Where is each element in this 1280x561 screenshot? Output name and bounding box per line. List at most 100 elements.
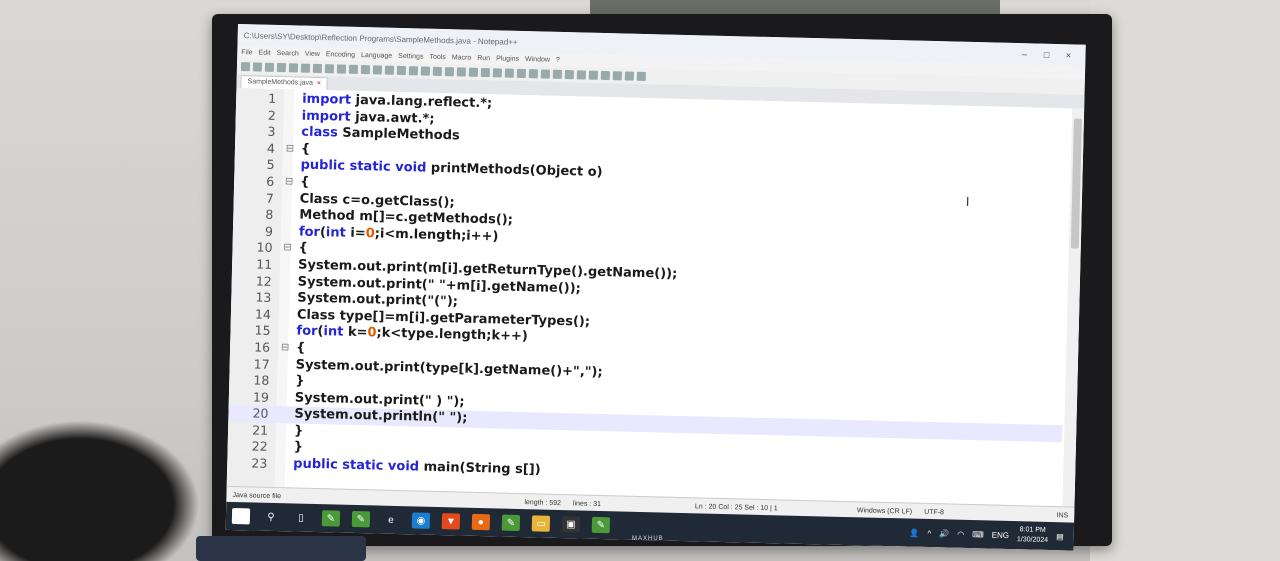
toolbar-button-icon[interactable] <box>504 68 515 78</box>
fold-marker-icon[interactable] <box>277 373 291 390</box>
fold-marker-icon[interactable] <box>279 290 293 307</box>
code-editor[interactable]: 1 import java.lang.reflect.*; 2 import java… <box>226 87 1085 507</box>
menu-item-encoding[interactable]: Encoding <box>326 51 355 59</box>
menu-item-language[interactable]: Language <box>361 52 392 60</box>
toolbar-button-icon[interactable] <box>588 70 598 80</box>
toolbar-button-icon[interactable] <box>600 70 610 80</box>
toolbar-button-icon[interactable] <box>288 62 299 72</box>
scrollbar-thumb[interactable] <box>1070 118 1082 249</box>
task-view-icon[interactable]: ▯ <box>292 509 310 525</box>
tab-close-icon[interactable]: × <box>317 78 321 90</box>
menu-item-file[interactable]: File <box>241 49 252 56</box>
menu-item-[interactable]: ? <box>556 56 560 63</box>
fold-marker-icon[interactable] <box>283 124 297 141</box>
fold-marker-icon[interactable] <box>278 323 292 340</box>
fold-marker-icon[interactable] <box>277 390 291 407</box>
menu-item-window[interactable]: Window <box>525 56 550 64</box>
toolbar-button-icon[interactable] <box>576 69 586 80</box>
fold-marker-icon[interactable] <box>275 456 289 473</box>
toolbar-button-icon[interactable] <box>456 66 467 77</box>
toolbar-button-icon[interactable] <box>372 64 383 75</box>
edge-legacy-icon[interactable]: e <box>382 512 400 528</box>
fold-marker-icon[interactable]: ⊟ <box>278 340 292 357</box>
toolbar-button-icon[interactable] <box>492 67 503 77</box>
minimize-button[interactable]: – <box>1013 49 1035 60</box>
toolbar-button-icon[interactable] <box>444 66 455 76</box>
toolbar-button-icon[interactable] <box>240 61 251 71</box>
fold-marker-icon[interactable] <box>276 423 290 440</box>
maximize-button[interactable]: □ <box>1035 49 1057 60</box>
menu-item-tools[interactable]: Tools <box>429 53 446 60</box>
wifi-icon[interactable]: ◠ <box>957 529 964 538</box>
toolbar-button-icon[interactable] <box>420 65 431 76</box>
chevron-up-icon[interactable]: ^ <box>927 528 931 537</box>
toolbar-button-icon[interactable] <box>480 67 491 77</box>
toolbar-button-icon[interactable] <box>540 68 550 79</box>
line-number: 14 <box>254 306 272 322</box>
fold-marker-icon[interactable] <box>284 91 298 108</box>
toolbar-button-icon[interactable] <box>396 65 407 75</box>
code-lines: 1 import java.lang.reflect.*; 2 import java… <box>227 90 1070 492</box>
toolbar-button-icon[interactable] <box>312 63 323 73</box>
fold-marker-icon[interactable]: ⊟ <box>282 174 296 191</box>
toolbar-button-icon[interactable] <box>624 70 634 81</box>
toolbar-button-icon[interactable] <box>408 65 419 75</box>
fold-marker-icon[interactable] <box>275 440 289 457</box>
toolbar-button-icon[interactable] <box>528 68 538 78</box>
fold-marker-icon[interactable] <box>281 224 295 241</box>
clock[interactable]: 8:01 PM 1/30/2024 <box>1017 525 1049 546</box>
menu-item-run[interactable]: Run <box>477 54 490 61</box>
notification-icon[interactable]: ▤ <box>1056 532 1064 541</box>
brave-icon[interactable]: ▼ <box>441 513 461 530</box>
volume-icon[interactable]: 🔊 <box>939 529 949 538</box>
toolbar-button-icon[interactable] <box>612 70 622 80</box>
fold-marker-icon[interactable]: ⊟ <box>283 141 297 158</box>
toolbar-button-icon[interactable] <box>468 67 479 77</box>
toolbar-button-icon[interactable] <box>432 66 443 76</box>
notepad-plus-icon[interactable]: ✎ <box>501 514 521 532</box>
toolbar-button-icon[interactable] <box>252 61 263 72</box>
fold-marker-icon[interactable] <box>280 257 294 274</box>
fold-marker-icon[interactable] <box>282 191 296 208</box>
file-explorer-icon[interactable]: ▭ <box>531 515 551 532</box>
toolbar-button-icon[interactable] <box>636 71 646 81</box>
menu-item-settings[interactable]: Settings <box>398 52 423 60</box>
toolbar-button-icon[interactable] <box>300 63 311 73</box>
toolbar-button-icon[interactable] <box>564 69 574 79</box>
edge-icon[interactable]: ◉ <box>411 512 431 529</box>
notepad-plus-active-icon[interactable]: ✎ <box>591 516 611 534</box>
close-button[interactable]: × <box>1057 50 1079 61</box>
toolbar-button-icon[interactable] <box>264 62 275 72</box>
language-indicator[interactable]: ENG <box>992 530 1010 539</box>
code-text: { <box>300 141 311 157</box>
toolbar-button-icon[interactable] <box>384 65 395 75</box>
people-icon[interactable]: 👤 <box>909 528 919 537</box>
menu-item-search[interactable]: Search <box>277 49 299 57</box>
start-icon[interactable]: ▪ <box>231 508 251 525</box>
toolbar-button-icon[interactable] <box>552 69 562 79</box>
keyboard-icon[interactable]: ⌨ <box>972 530 984 539</box>
fold-marker-icon[interactable] <box>280 274 294 291</box>
menu-item-view[interactable]: View <box>305 50 320 57</box>
fold-marker-icon[interactable] <box>284 108 298 125</box>
firefox-icon[interactable]: ● <box>471 513 491 531</box>
menu-item-edit[interactable]: Edit <box>259 49 271 56</box>
fold-marker-icon[interactable] <box>281 207 295 224</box>
notepad-plus-icon[interactable]: ✎ <box>351 510 371 528</box>
fold-marker-icon[interactable] <box>279 307 293 324</box>
notepad-plus-icon[interactable]: ✎ <box>321 510 341 527</box>
toolbar-button-icon[interactable] <box>276 62 287 72</box>
menu-item-macro[interactable]: Macro <box>452 54 472 61</box>
toolbar-button-icon[interactable] <box>516 68 526 78</box>
fold-marker-icon[interactable]: ⊟ <box>280 240 294 257</box>
toolbar-button-icon[interactable] <box>336 63 347 74</box>
search-icon[interactable]: ⚲ <box>262 509 280 525</box>
toolbar-button-icon[interactable] <box>348 64 359 74</box>
fold-marker-icon[interactable] <box>277 357 291 374</box>
menu-item-plugins[interactable]: Plugins <box>496 55 519 63</box>
fold-marker-icon[interactable] <box>282 158 296 175</box>
toolbar-button-icon[interactable] <box>360 64 371 74</box>
terminal-icon[interactable]: ▣ <box>561 516 581 533</box>
fold-marker-icon[interactable] <box>276 406 290 423</box>
toolbar-button-icon[interactable] <box>324 63 335 73</box>
